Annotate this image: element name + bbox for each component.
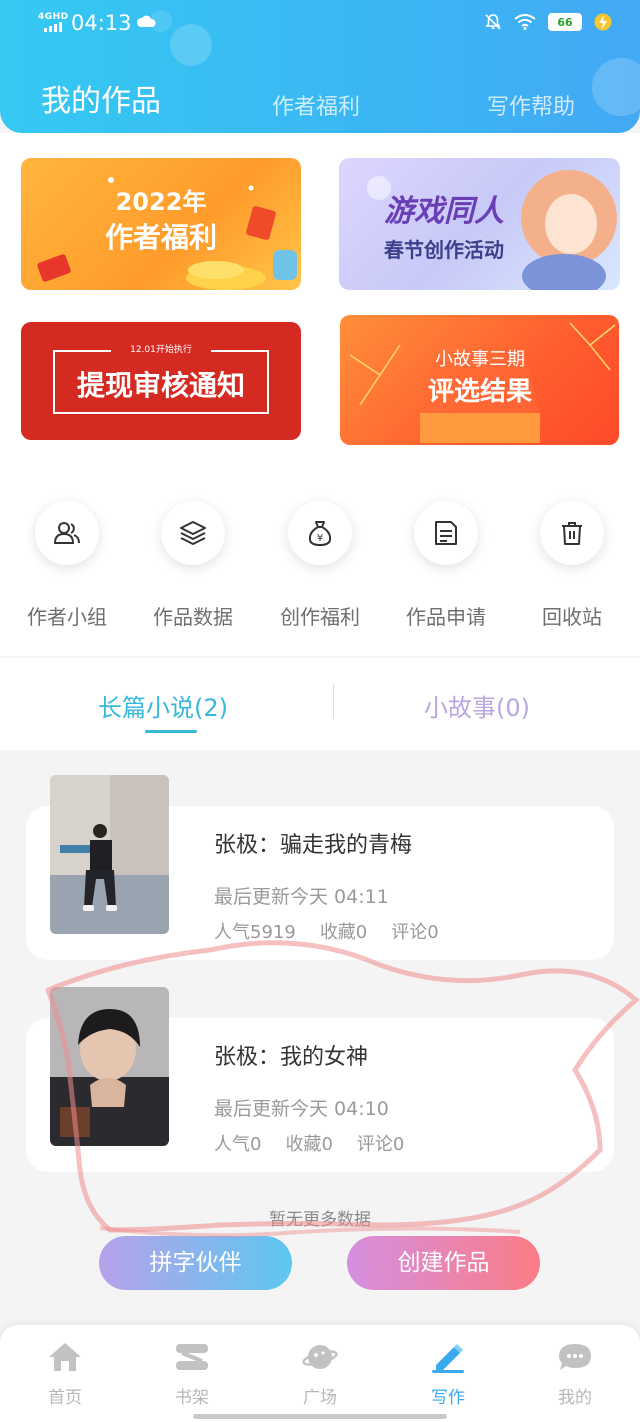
quick-work-data[interactable]: 作品数据 (133, 501, 253, 630)
nav-square[interactable]: 广场 (280, 1341, 360, 1408)
home-indicator[interactable] (193, 1414, 447, 1419)
battery-indicator: 66 (548, 13, 582, 31)
quick-label: 创作福利 (280, 605, 360, 629)
stat-comments: 评论0 (356, 1134, 405, 1155)
nav-bookshelf[interactable]: 书架 (152, 1341, 232, 1408)
work-list: 张极：骗走我的青梅 最后更新今天 04:11 人气5919 收藏0 评论0 张极… (0, 750, 640, 1325)
planet-icon (302, 1345, 338, 1369)
banner-withdrawal-notice[interactable]: 12.01开始执行 提现审核通知 (21, 322, 301, 440)
tab-my-works[interactable]: 我的作品 (41, 76, 161, 120)
network-type: 4GHD (38, 12, 69, 22)
work-updated: 最后更新今天 04:11 (214, 886, 389, 908)
charging-icon (594, 13, 612, 31)
quick-label: 回收站 (542, 605, 602, 629)
tab-divider (333, 684, 334, 718)
banner-3-line1: 12.01开始执行 (111, 342, 211, 355)
content-tabs: 长篇小说(2) 小故事(0) (0, 658, 640, 750)
banner-2-line1: 游戏同人 (384, 194, 504, 229)
nav-label: 写作 (431, 1388, 465, 1408)
work-stats: 人气0 收藏0 评论0 (214, 1130, 404, 1156)
stat-popularity: 人气5919 (214, 922, 296, 943)
banner-4-line1: 小故事三期 (435, 349, 525, 370)
banner-3-line2: 提现审核通知 (76, 369, 245, 402)
quick-author-group[interactable]: 作者小组 (7, 501, 127, 630)
quick-label: 作者小组 (27, 605, 107, 629)
document-icon (435, 521, 457, 545)
partner-button[interactable]: 拼字伙伴 (99, 1236, 292, 1290)
money-bag-icon: ¥ (308, 521, 332, 547)
stat-comments: 评论0 (391, 922, 439, 943)
wifi-icon (514, 14, 536, 30)
nav-home[interactable]: 首页 (25, 1341, 105, 1408)
home-icon (49, 1343, 81, 1371)
battery-level: 66 (551, 16, 579, 29)
work-updated: 最后更新今天 04:10 (214, 1098, 389, 1120)
banner-1-line1: 2022年 (115, 188, 207, 216)
clock: 04:13 (71, 11, 132, 35)
banner-short-story-results[interactable]: 小故事三期 评选结果 (340, 315, 619, 445)
no-more-data: 暂无更多数据 (269, 1210, 371, 1230)
signal-icon (44, 22, 62, 32)
banner-2-line2: 春节创作活动 (384, 238, 504, 262)
quick-actions: 作者小组 作品数据 ¥ 创作福利 作品申请 回收站 (0, 463, 640, 656)
nav-label: 首页 (48, 1388, 82, 1408)
banner-author-benefits-2022[interactable]: 2022年 作者福利 (21, 158, 301, 290)
work-title[interactable]: 张极：我的女神 (214, 1039, 368, 1071)
banner-1-line2: 作者福利 (104, 221, 217, 254)
nav-label: 我的 (558, 1388, 592, 1408)
banner-game-fanfic[interactable]: 游戏同人 春节创作活动 (339, 158, 620, 290)
group-icon (53, 522, 80, 544)
pen-icon (432, 1344, 464, 1373)
stat-popularity: 人气0 (214, 1134, 262, 1155)
status-bar: 4GHD 04:13 66 (0, 0, 640, 50)
work-title[interactable]: 张极：骗走我的青梅 (214, 827, 412, 859)
banner-section: 2022年 作者福利 游戏同人 春节创作活动 12.01开始执行 提现审核通知 … (0, 133, 640, 463)
work-stats: 人气5919 收藏0 评论0 (214, 918, 439, 944)
trash-icon (562, 522, 582, 545)
cloud-icon (136, 15, 156, 27)
quick-work-application[interactable]: 作品申请 (386, 501, 506, 630)
create-work-button[interactable]: 创建作品 (347, 1236, 540, 1290)
stat-favorites: 收藏0 (319, 922, 368, 943)
mute-bell-icon (485, 14, 501, 30)
tab-short-stories[interactable]: 小故事(0) (424, 688, 530, 723)
work-cover-1[interactable] (50, 775, 169, 934)
stat-favorites: 收藏0 (285, 1134, 333, 1155)
header: 4GHD 04:13 66 我的作品 作者福利 写作帮助 (0, 0, 640, 133)
bookshelf-icon (176, 1344, 208, 1370)
nav-label: 广场 (303, 1388, 337, 1408)
tab-novels[interactable]: 长篇小说(2) (98, 688, 228, 723)
header-tabs: 我的作品 作者福利 写作帮助 (0, 74, 640, 124)
chat-bubble-icon (559, 1344, 591, 1370)
svg-text:¥: ¥ (317, 533, 323, 544)
quick-recycle-bin[interactable]: 回收站 (512, 501, 632, 630)
nav-write[interactable]: 写作 (408, 1341, 488, 1408)
nav-mine[interactable]: 我的 (535, 1341, 615, 1408)
quick-label: 作品数据 (153, 605, 233, 629)
banner-4-line2: 评选结果 (427, 377, 532, 407)
nav-label: 书架 (175, 1388, 209, 1408)
bottom-nav: 首页 书架 广场 写作 我的 (0, 1325, 640, 1422)
tab-writing-help[interactable]: 写作帮助 (487, 89, 575, 121)
quick-label: 作品申请 (406, 605, 486, 629)
tab-author-benefits[interactable]: 作者福利 (272, 89, 360, 121)
work-cover-2[interactable] (50, 987, 169, 1146)
layers-icon (180, 521, 206, 545)
quick-creation-benefits[interactable]: ¥ 创作福利 (260, 501, 380, 630)
active-tab-indicator (145, 730, 197, 733)
